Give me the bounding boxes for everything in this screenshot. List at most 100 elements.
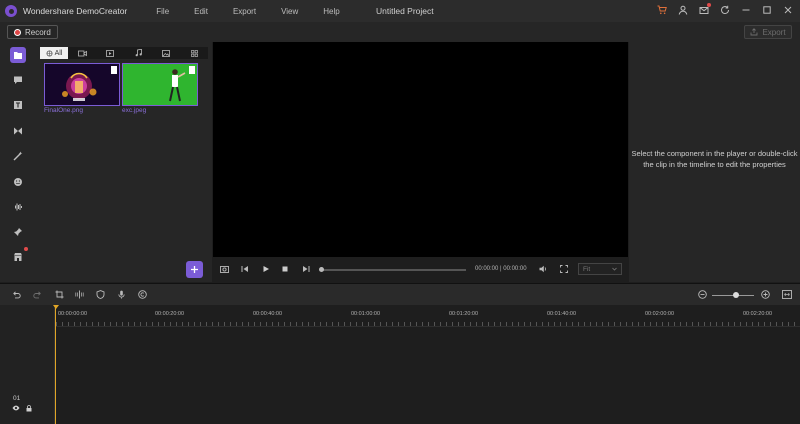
timecode-display: 00:00:00 | 00:00:00 <box>475 266 527 272</box>
redo-icon[interactable] <box>32 289 42 299</box>
titlebar-icons <box>656 3 794 16</box>
export-label: Export <box>762 27 786 37</box>
menu-help[interactable]: Help <box>323 7 339 16</box>
app-title: Wondershare DemoCreator <box>23 6 128 16</box>
menu-file[interactable]: File <box>156 7 169 16</box>
tab-screen[interactable] <box>96 47 124 59</box>
record-label: Record <box>25 27 51 37</box>
audio-icon[interactable] <box>11 200 25 214</box>
effects-icon[interactable] <box>11 149 25 163</box>
timeline: 01 00:00:00:00 00:00:20:00 00:00:40:00 0… <box>0 305 800 424</box>
record-icon <box>14 28 21 36</box>
properties-hint: Select the component in the player or do… <box>631 149 798 169</box>
ruler-label: 00:00:00:00 <box>58 311 88 317</box>
fit-select-value: Fit <box>583 265 591 273</box>
next-frame-icon[interactable] <box>301 265 311 275</box>
fullscreen-icon[interactable] <box>559 265 569 275</box>
properties-panel: Select the component in the player or do… <box>629 42 800 282</box>
record-button[interactable]: Record <box>7 25 58 39</box>
tab-all[interactable]: All <box>40 47 68 59</box>
ruler-label: 00:01:00:00 <box>351 311 381 317</box>
media-file-name: exc.jpeg <box>122 107 147 114</box>
image-icon <box>162 49 170 57</box>
fit-select[interactable]: Fit <box>578 263 622 275</box>
export-button[interactable]: Export <box>744 25 792 39</box>
ruler-label: 00:01:20:00 <box>449 311 479 317</box>
video-icon <box>77 50 87 56</box>
split-icon[interactable] <box>74 289 84 299</box>
copyright-icon[interactable] <box>137 289 147 299</box>
tab-all-label: All <box>54 49 63 57</box>
ruler-label: 00:02:00:00 <box>645 311 675 317</box>
menu-edit[interactable]: Edit <box>194 7 208 16</box>
image-file-icon <box>189 66 195 74</box>
plus-icon <box>191 266 198 273</box>
cart-icon[interactable] <box>656 4 668 16</box>
project-title: Untitled Project <box>376 6 434 16</box>
preview-player: 00:00:00 | 00:00:00 Fit <box>213 42 628 282</box>
preview-screen[interactable] <box>213 42 628 257</box>
media-thumbnail-finalone[interactable] <box>44 63 120 106</box>
stop-icon[interactable] <box>280 265 290 275</box>
play-icon[interactable] <box>261 265 271 275</box>
volume-icon[interactable] <box>538 265 548 275</box>
maximize-icon[interactable] <box>761 4 773 16</box>
text-icon[interactable] <box>11 98 25 112</box>
media-library: All FinalOne.png exc.jpeg <box>36 42 212 282</box>
mail-icon[interactable] <box>698 3 711 16</box>
ruler-label: 00:01:40:00 <box>547 311 577 317</box>
playhead-handle[interactable] <box>53 305 59 309</box>
playback-scrubber[interactable] <box>319 267 466 272</box>
track-controls <box>12 405 32 414</box>
media-icon[interactable] <box>10 47 26 63</box>
caption-icon[interactable] <box>11 73 25 87</box>
refresh-icon[interactable] <box>719 4 731 16</box>
sticker-icon[interactable] <box>11 175 25 189</box>
tab-grid[interactable] <box>180 47 208 59</box>
playhead[interactable] <box>55 305 56 424</box>
notification-dot <box>707 3 711 7</box>
close-icon[interactable] <box>782 4 794 16</box>
track-header: 01 <box>0 305 55 424</box>
menu-export[interactable]: Export <box>233 7 256 16</box>
lock-icon[interactable] <box>26 405 32 414</box>
transition-icon[interactable] <box>11 124 25 138</box>
camera-icon[interactable] <box>219 265 229 275</box>
eye-icon[interactable] <box>12 405 20 414</box>
pin-icon[interactable] <box>11 225 25 239</box>
record-bar: Record Export <box>0 22 800 42</box>
media-thumbnail-exc[interactable] <box>122 63 198 106</box>
store-notification-dot <box>24 247 28 251</box>
all-icon <box>46 50 53 56</box>
media-tabs: All <box>40 47 208 59</box>
tab-video[interactable] <box>68 47 96 59</box>
export-icon <box>750 28 758 36</box>
tab-music[interactable] <box>124 47 152 59</box>
zoom-slider-handle[interactable] <box>733 292 739 298</box>
fit-timeline-icon[interactable] <box>782 289 792 299</box>
chevron-down-icon <box>612 267 617 271</box>
tab-image[interactable] <box>152 47 180 59</box>
store-icon[interactable] <box>11 247 28 264</box>
timeline-ruler[interactable]: 00:00:00:00 00:00:20:00 00:00:40:00 00:0… <box>56 305 800 327</box>
shield-icon[interactable] <box>95 289 105 299</box>
add-media-button[interactable] <box>186 261 203 278</box>
track-number: 01 <box>13 395 21 402</box>
ruler-label: 00:00:20:00 <box>155 311 185 317</box>
left-toolbar <box>0 42 36 282</box>
zoom-in-icon[interactable] <box>760 289 770 299</box>
app-logo-icon <box>5 5 17 17</box>
scrubber-handle[interactable] <box>319 267 324 272</box>
ruler-label: 00:02:20:00 <box>743 311 773 317</box>
music-icon <box>135 49 142 57</box>
minimize-icon[interactable] <box>740 4 752 16</box>
undo-icon[interactable] <box>11 289 21 299</box>
zoom-out-icon[interactable] <box>697 289 707 299</box>
title-bar: Wondershare DemoCreator File Edit Export… <box>0 0 800 22</box>
ruler-ticks <box>56 322 800 326</box>
previous-frame-icon[interactable] <box>240 265 250 275</box>
user-icon[interactable] <box>677 4 689 16</box>
menu-view[interactable]: View <box>281 7 298 16</box>
microphone-icon[interactable] <box>116 289 126 299</box>
crop-icon[interactable] <box>54 289 64 299</box>
